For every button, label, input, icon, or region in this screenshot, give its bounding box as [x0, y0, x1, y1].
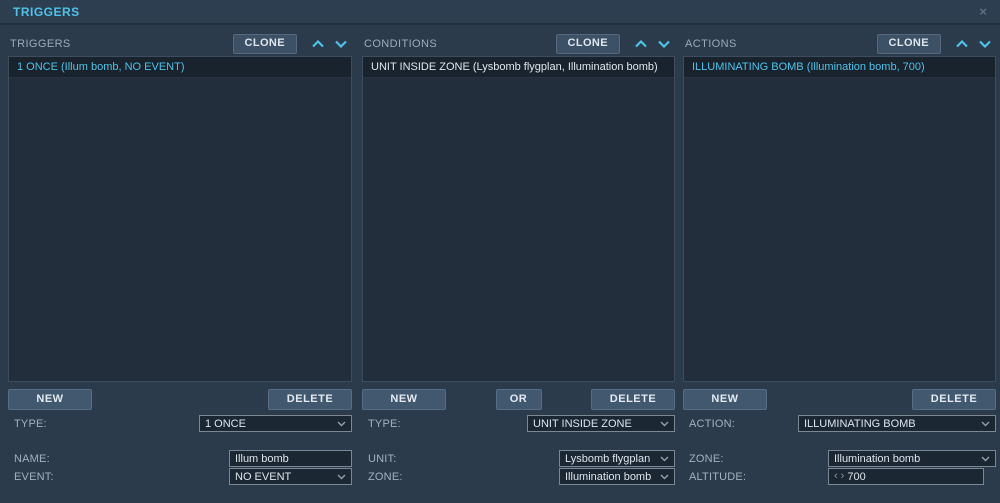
- trigger-event-label: EVENT:: [14, 470, 54, 483]
- actions-delete-button[interactable]: DELETE: [912, 389, 996, 410]
- window-title: TRIGGERS: [13, 4, 80, 19]
- chevron-down-icon: [337, 421, 346, 426]
- actions-list: ILLUMINATING BOMB (Illumination bomb, 70…: [683, 56, 996, 382]
- trigger-list-item[interactable]: 1 ONCE (Illum bomb, NO EVENT): [9, 57, 351, 78]
- window-titlebar: TRIGGERS ×: [0, 0, 1000, 25]
- action-zone-value: Illumination bomb: [834, 452, 921, 465]
- condition-unit-label: UNIT:: [368, 452, 397, 465]
- triggers-move-up-button[interactable]: [306, 35, 329, 53]
- trigger-name-label: NAME:: [14, 452, 50, 465]
- condition-unit-value: Lysbomb flygplan: [565, 452, 651, 465]
- actions-panel: ACTIONS CLONE ILLUMINATING BOMB (Illumin…: [683, 33, 996, 485]
- triggers-clone-button[interactable]: CLONE: [232, 34, 297, 54]
- condition-type-row: TYPE: UNIT INSIDE ZONE: [362, 415, 675, 432]
- chevron-down-icon: [981, 456, 990, 461]
- trigger-type-row: TYPE: 1 ONCE: [8, 415, 352, 432]
- chevron-up-icon: [634, 40, 647, 48]
- chevron-up-icon: [955, 40, 968, 48]
- condition-zone-value: Illumination bomb: [565, 470, 652, 483]
- actions-panel-header: ACTIONS CLONE: [683, 33, 996, 55]
- action-type-value: ILLUMINATING BOMB: [804, 417, 916, 430]
- actions-move-down-button[interactable]: [973, 35, 996, 53]
- condition-list-item[interactable]: UNIT INSIDE ZONE (Lysbomb flygplan, Illu…: [363, 57, 674, 78]
- conditions-delete-button[interactable]: DELETE: [591, 389, 675, 410]
- chevron-down-icon: [660, 421, 669, 426]
- action-type-row: ACTION: ILLUMINATING BOMB: [683, 415, 996, 432]
- condition-type-value: UNIT INSIDE ZONE: [533, 417, 632, 430]
- trigger-type-select[interactable]: 1 ONCE: [199, 415, 352, 432]
- stepper-increment-icon[interactable]: ›: [841, 471, 845, 482]
- conditions-button-row: NEW OR DELETE: [362, 389, 675, 410]
- chevron-down-icon: [334, 40, 347, 48]
- action-altitude-row: ALTITUDE: ‹ › 700: [683, 468, 996, 485]
- chevron-down-icon: [660, 456, 669, 461]
- chevron-down-icon: [981, 421, 990, 426]
- chevron-down-icon: [660, 474, 669, 479]
- triggers-new-button[interactable]: NEW: [8, 389, 92, 410]
- action-altitude-value: 700: [847, 470, 866, 483]
- chevron-down-icon: [978, 40, 991, 48]
- conditions-panel-header: CONDITIONS CLONE: [362, 33, 675, 55]
- trigger-type-value: 1 ONCE: [205, 417, 246, 430]
- condition-unit-row: UNIT: Lysbomb flygplan: [362, 450, 675, 467]
- condition-unit-select[interactable]: Lysbomb flygplan: [559, 450, 675, 467]
- stepper-decrement-icon[interactable]: ‹: [834, 471, 838, 482]
- triggers-panel-label: TRIGGERS: [10, 38, 71, 50]
- conditions-list: UNIT INSIDE ZONE (Lysbomb flygplan, Illu…: [362, 56, 675, 382]
- trigger-event-row: EVENT: NO EVENT: [8, 468, 352, 485]
- action-zone-row: ZONE: Illumination bomb: [683, 450, 996, 467]
- conditions-move-down-button[interactable]: [652, 35, 675, 53]
- conditions-panel: CONDITIONS CLONE UNIT INSIDE ZONE (Lysbo…: [362, 33, 675, 485]
- triggers-list: 1 ONCE (Illum bomb, NO EVENT): [8, 56, 352, 382]
- trigger-name-input[interactable]: [229, 450, 352, 467]
- action-list-item[interactable]: ILLUMINATING BOMB (Illumination bomb, 70…: [684, 57, 995, 78]
- condition-zone-row: ZONE: Illumination bomb: [362, 468, 675, 485]
- action-zone-label: ZONE:: [689, 452, 724, 465]
- chevron-up-icon: [311, 40, 324, 48]
- conditions-move-up-button[interactable]: [629, 35, 652, 53]
- actions-button-row: NEW DELETE: [683, 389, 996, 410]
- triggers-panel: TRIGGERS CLONE 1 ONCE (Illum bomb, NO EV…: [8, 33, 352, 485]
- trigger-event-value: NO EVENT: [235, 470, 292, 483]
- conditions-panel-label: CONDITIONS: [364, 38, 438, 50]
- triggers-delete-button[interactable]: DELETE: [268, 389, 352, 410]
- triggers-panel-header: TRIGGERS CLONE: [8, 33, 352, 55]
- actions-new-button[interactable]: NEW: [683, 389, 767, 410]
- action-altitude-label: ALTITUDE:: [689, 470, 747, 483]
- trigger-event-select[interactable]: NO EVENT: [229, 468, 352, 485]
- trigger-name-row: NAME:: [8, 450, 352, 467]
- triggers-button-row: NEW DELETE: [8, 389, 352, 410]
- conditions-or-button[interactable]: OR: [495, 389, 542, 410]
- trigger-type-label: TYPE:: [14, 417, 47, 430]
- actions-move-up-button[interactable]: [950, 35, 973, 53]
- condition-type-label: TYPE:: [368, 417, 401, 430]
- condition-zone-label: ZONE:: [368, 470, 403, 483]
- triggers-move-down-button[interactable]: [329, 35, 352, 53]
- action-altitude-stepper[interactable]: ‹ › 700: [828, 468, 984, 485]
- chevron-down-icon: [337, 474, 346, 479]
- actions-clone-button[interactable]: CLONE: [876, 34, 941, 54]
- condition-zone-select[interactable]: Illumination bomb: [559, 468, 675, 485]
- conditions-new-button[interactable]: NEW: [362, 389, 446, 410]
- action-type-label: ACTION:: [689, 417, 736, 430]
- action-zone-select[interactable]: Illumination bomb: [828, 450, 996, 467]
- actions-panel-label: ACTIONS: [685, 38, 737, 50]
- conditions-clone-button[interactable]: CLONE: [555, 34, 620, 54]
- action-type-select[interactable]: ILLUMINATING BOMB: [798, 415, 996, 432]
- close-icon[interactable]: ×: [979, 5, 987, 18]
- condition-type-select[interactable]: UNIT INSIDE ZONE: [527, 415, 675, 432]
- chevron-down-icon: [657, 40, 670, 48]
